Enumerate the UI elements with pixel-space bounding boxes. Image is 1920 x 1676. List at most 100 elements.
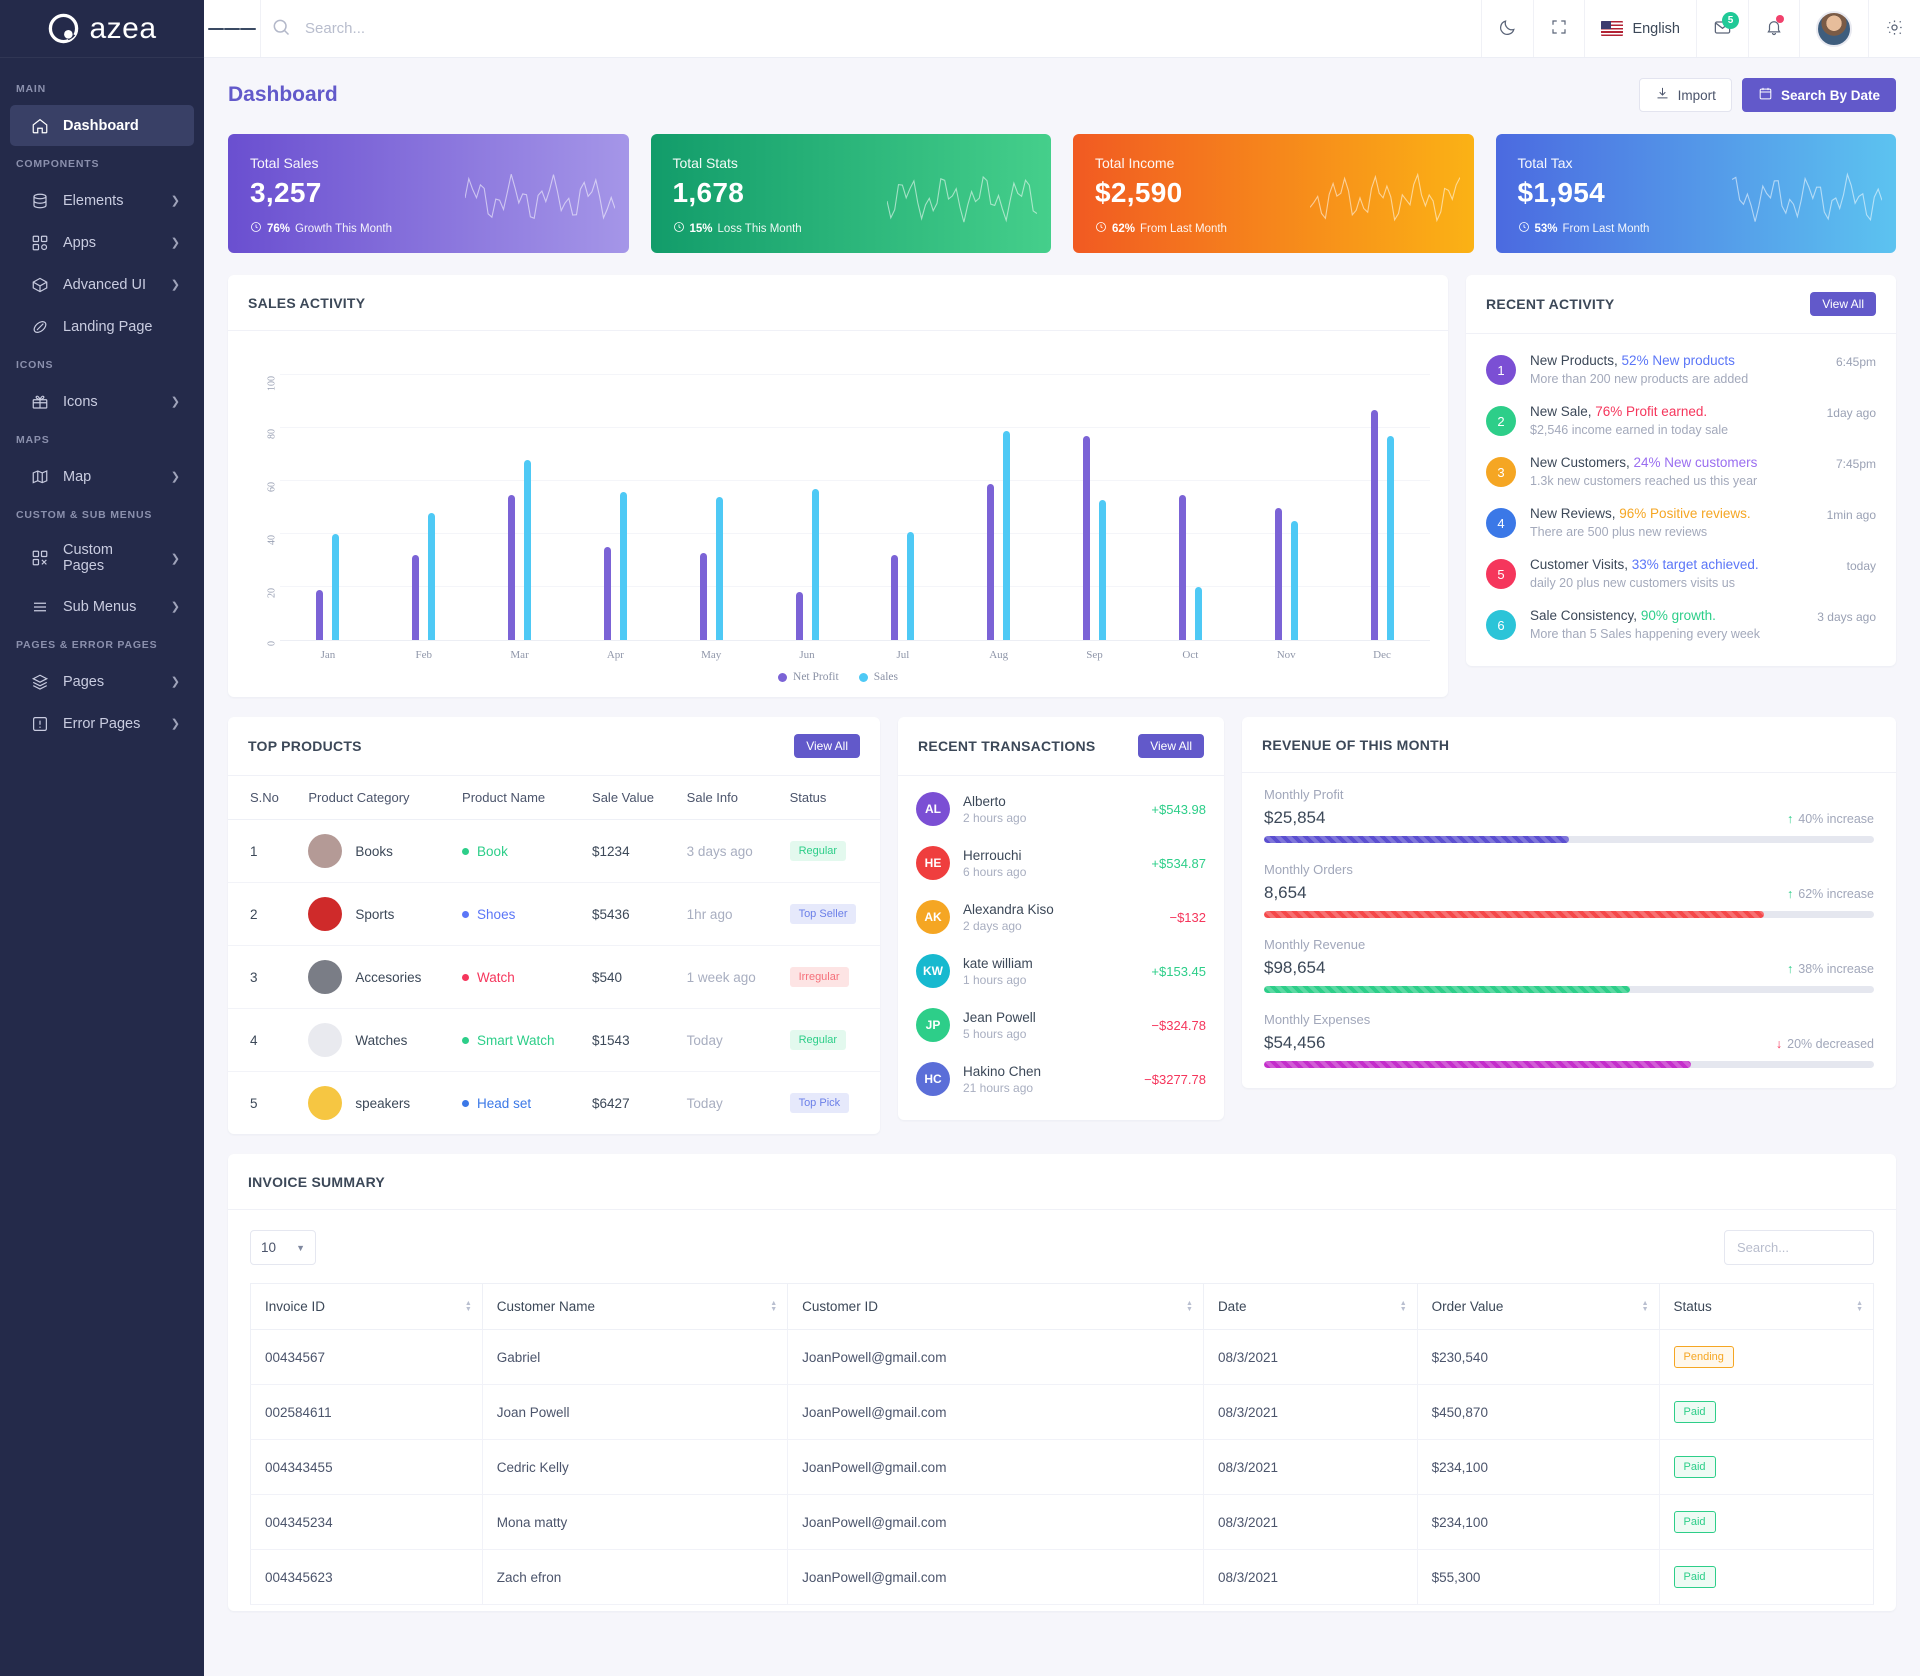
search-by-date-button[interactable]: Search By Date <box>1742 78 1896 112</box>
chart-bar[interactable] <box>1003 431 1010 640</box>
sidebar-item-error-pages[interactable]: Error Pages❯ <box>10 703 194 744</box>
transaction-item[interactable]: ALAlberto2 hours ago+$543.98 <box>916 782 1206 836</box>
table-row[interactable]: 002584611Joan PowellJoanPowell@gmail.com… <box>251 1385 1874 1440</box>
chart-bar-group[interactable] <box>472 349 568 640</box>
chart-bar[interactable] <box>700 553 707 640</box>
column-header-sortable[interactable]: Customer Name▲▼ <box>482 1284 787 1330</box>
chart-bar[interactable] <box>1387 436 1394 640</box>
import-button[interactable]: Import <box>1639 78 1732 112</box>
sidebar-item-custom-pages[interactable]: Custom Pages❯ <box>10 531 194 585</box>
sidebar-item-pages[interactable]: Pages❯ <box>10 661 194 702</box>
chart-bar[interactable] <box>907 532 914 640</box>
chart-bar[interactable] <box>987 484 994 640</box>
sidebar-item-landing-page[interactable]: Landing Page <box>10 306 194 347</box>
sidebar-item-dashboard[interactable]: Dashboard <box>10 105 194 146</box>
chart-bar-group[interactable] <box>567 349 663 640</box>
chart-bar-group[interactable] <box>1334 349 1430 640</box>
sidebar-item-advanced-ui[interactable]: Advanced UI❯ <box>10 264 194 305</box>
messages-button[interactable]: 5 <box>1696 0 1748 57</box>
activity-item[interactable]: 3New Customers, 24% New customers1.3k ne… <box>1486 446 1876 497</box>
legend-item[interactable]: Net Profit <box>778 671 839 683</box>
chart-bar[interactable] <box>812 489 819 640</box>
settings-button[interactable] <box>1868 0 1920 57</box>
chart-bar[interactable] <box>1275 508 1282 640</box>
chart-bar[interactable] <box>1195 587 1202 640</box>
chart-bar-group[interactable] <box>280 349 376 640</box>
sidebar-item-apps[interactable]: Apps❯ <box>10 222 194 263</box>
table-row[interactable]: 2SportsShoes$54361hr agoTop Seller <box>228 883 880 946</box>
sidebar-toggle-icon[interactable] <box>204 25 260 32</box>
chart-bar-group[interactable] <box>663 349 759 640</box>
user-avatar-button[interactable] <box>1799 0 1868 57</box>
chart-bar-group[interactable] <box>376 349 472 640</box>
column-header-sortable[interactable]: Customer ID▲▼ <box>788 1284 1204 1330</box>
activity-item[interactable]: 6Sale Consistency, 90% growth.More than … <box>1486 599 1876 650</box>
table-row[interactable]: 004345234Mona mattyJoanPowell@gmail.com0… <box>251 1495 1874 1550</box>
notifications-button[interactable] <box>1748 0 1799 57</box>
recent-activity-view-all-button[interactable]: View All <box>1810 292 1876 316</box>
chart-bar-group[interactable] <box>1142 349 1238 640</box>
chart-bar[interactable] <box>1099 500 1106 640</box>
sort-icon[interactable]: ▲▼ <box>1642 1301 1649 1313</box>
column-header-sortable[interactable]: Date▲▼ <box>1203 1284 1417 1330</box>
table-row[interactable]: 00434567GabrielJoanPowell@gmail.com08/3/… <box>251 1330 1874 1385</box>
sidebar-item-sub-menus[interactable]: Sub Menus❯ <box>10 586 194 627</box>
sidebar-item-map[interactable]: Map❯ <box>10 456 194 497</box>
transaction-item[interactable]: HEHerrouchi6 hours ago+$534.87 <box>916 836 1206 890</box>
chart-bar[interactable] <box>891 555 898 640</box>
table-row[interactable]: 004343455Cedric KellyJoanPowell@gmail.co… <box>251 1440 1874 1495</box>
chart-bar-group[interactable] <box>1047 349 1143 640</box>
chart-bar[interactable] <box>620 492 627 640</box>
sort-icon[interactable]: ▲▼ <box>1186 1301 1193 1313</box>
table-row[interactable]: 1BooksBook$12343 days agoRegular <box>228 820 880 883</box>
column-header-sortable[interactable]: Status▲▼ <box>1659 1284 1874 1330</box>
transaction-item[interactable]: AKAlexandra Kiso2 days ago−$132 <box>916 890 1206 944</box>
chart-bar[interactable] <box>1371 410 1378 640</box>
chart-bar[interactable] <box>1291 521 1298 640</box>
search-bar[interactable] <box>260 0 1481 57</box>
chart-bar-group[interactable] <box>1238 349 1334 640</box>
chart-bar-group[interactable] <box>759 349 855 640</box>
activity-item[interactable]: 2New Sale, 76% Profit earned.$2,546 inco… <box>1486 395 1876 446</box>
table-row[interactable]: 5speakersHead set$6427TodayTop Pick <box>228 1072 880 1135</box>
dark-mode-toggle[interactable] <box>1481 0 1533 57</box>
sort-icon[interactable]: ▲▼ <box>770 1301 777 1313</box>
sort-icon[interactable]: ▲▼ <box>465 1301 472 1313</box>
chart-bar[interactable] <box>1083 436 1090 640</box>
table-row[interactable]: 3AccesoriesWatch$5401 week agoIrregular <box>228 946 880 1009</box>
recent-transactions-view-all-button[interactable]: View All <box>1138 734 1204 758</box>
page-size-select[interactable]: 10 ▼ <box>250 1230 316 1265</box>
activity-item[interactable]: 1New Products, 52% New productsMore than… <box>1486 344 1876 395</box>
chart-bar[interactable] <box>604 547 611 640</box>
search-input[interactable] <box>305 20 1273 37</box>
chart-bar-group[interactable] <box>951 349 1047 640</box>
activity-item[interactable]: 4New Reviews, 96% Positive reviews.There… <box>1486 497 1876 548</box>
legend-item[interactable]: Sales <box>859 671 898 683</box>
chart-bar-group[interactable] <box>855 349 951 640</box>
sidebar-item-icons[interactable]: Icons❯ <box>10 381 194 422</box>
chart-bar[interactable] <box>412 555 419 640</box>
sidebar-item-elements[interactable]: Elements❯ <box>10 180 194 221</box>
table-row[interactable]: 004345623Zach efronJoanPowell@gmail.com0… <box>251 1550 1874 1605</box>
activity-item[interactable]: 5Customer Visits, 33% target achieved.da… <box>1486 548 1876 599</box>
column-header-sortable[interactable]: Order Value▲▼ <box>1417 1284 1659 1330</box>
transaction-item[interactable]: JPJean Powell5 hours ago−$324.78 <box>916 998 1206 1052</box>
transaction-item[interactable]: KWkate william1 hours ago+$153.45 <box>916 944 1206 998</box>
chart-bar[interactable] <box>316 590 323 640</box>
fullscreen-button[interactable] <box>1533 0 1584 57</box>
table-row[interactable]: 4WatchesSmart Watch$1543TodayRegular <box>228 1009 880 1072</box>
invoice-search-input[interactable] <box>1724 1230 1874 1265</box>
sort-icon[interactable]: ▲▼ <box>1400 1301 1407 1313</box>
chart-bar[interactable] <box>524 460 531 640</box>
chart-bar[interactable] <box>508 495 515 641</box>
chart-bar[interactable] <box>716 497 723 640</box>
sort-icon[interactable]: ▲▼ <box>1856 1301 1863 1313</box>
chart-bar[interactable] <box>428 513 435 640</box>
brand-logo-area[interactable]: azea <box>0 0 204 58</box>
transaction-item[interactable]: HCHakino Chen21 hours ago−$3277.78 <box>916 1052 1206 1106</box>
column-header-sortable[interactable]: Invoice ID▲▼ <box>251 1284 483 1330</box>
chart-bar[interactable] <box>1179 495 1186 641</box>
language-selector[interactable]: English <box>1584 0 1696 57</box>
chart-bar[interactable] <box>332 534 339 640</box>
chart-bar[interactable] <box>796 592 803 640</box>
